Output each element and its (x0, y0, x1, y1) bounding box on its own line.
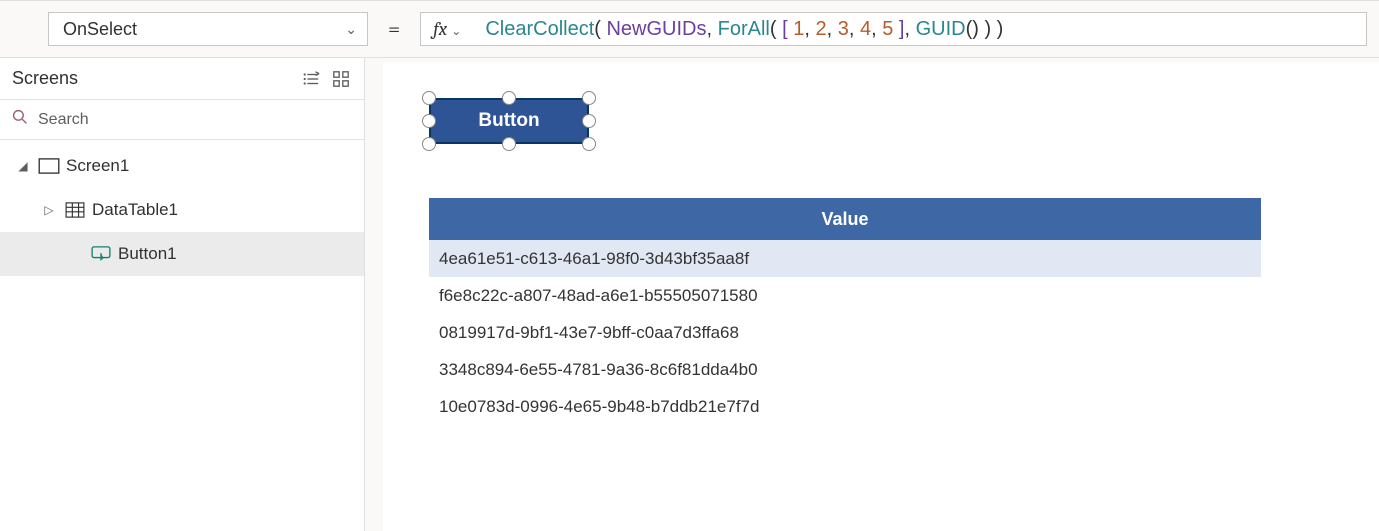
datatable-header-label: Value (821, 209, 868, 230)
equals-sign: = (368, 16, 420, 42)
formula-input[interactable]: fx ⌄ ClearCollect( NewGUIDs, ForAll( [ 1… (420, 12, 1367, 46)
datatable-control[interactable]: Value 4ea61e51-c613-46a1-98f0-3d43bf35aa… (429, 198, 1261, 425)
table-cell-value: 4ea61e51-c613-46a1-98f0-3d43bf35aa8f (439, 249, 749, 269)
property-selector-value: OnSelect (63, 19, 137, 40)
tree-item-label: Screen1 (62, 156, 129, 176)
tree-item-label: Button1 (114, 244, 177, 264)
main-split: Screens (0, 58, 1379, 531)
caret-down-icon: ◢ (16, 159, 30, 173)
datatable-header[interactable]: Value (429, 198, 1261, 240)
button-icon (88, 246, 114, 262)
caret-right-icon: ▷ (42, 203, 56, 217)
tree-search-placeholder: Search (38, 111, 89, 129)
canvas[interactable]: Button Value 4ea61e51-c613-46a1-98f0-3d4… (365, 58, 1379, 531)
chevron-down-icon: ⌄ (345, 21, 357, 38)
table-cell-value: f6e8c22c-a807-48ad-a6e1-b55505071580 (439, 286, 758, 306)
screen-icon (36, 158, 62, 174)
formula-text: ClearCollect( NewGUIDs, ForAll( [ 1, 2, … (467, 18, 1003, 41)
table-row[interactable]: f6e8c22c-a807-48ad-a6e1-b55505071580 (429, 277, 1261, 314)
resize-handle-ml[interactable] (422, 114, 436, 128)
tree: ◢ Screen1 ▷ DataTable1 (0, 140, 364, 276)
tree-item-button1[interactable]: Button1 (0, 232, 364, 276)
collapse-list-icon[interactable] (302, 70, 320, 88)
tree-item-datatable1[interactable]: ▷ DataTable1 (0, 188, 364, 232)
tree-search[interactable]: Search (0, 100, 364, 140)
tree-item-screen1[interactable]: ◢ Screen1 (0, 144, 364, 188)
tree-item-label: DataTable1 (88, 200, 178, 220)
tree-panel: Screens (0, 58, 365, 531)
table-row[interactable]: 4ea61e51-c613-46a1-98f0-3d43bf35aa8f (429, 240, 1261, 277)
datatable-icon (62, 202, 88, 218)
resize-handle-br[interactable] (582, 137, 596, 151)
table-row[interactable]: 10e0783d-0996-4e65-9b48-b7ddb21e7f7d (429, 388, 1261, 425)
tree-panel-header: Screens (0, 58, 364, 100)
tree-panel-title: Screens (12, 68, 78, 89)
table-row[interactable]: 3348c894-6e55-4781-9a36-8c6f81dda4b0 (429, 351, 1261, 388)
resize-handle-bl[interactable] (422, 137, 436, 151)
resize-handle-mr[interactable] (582, 114, 596, 128)
tree-panel-icons (302, 70, 350, 88)
formula-bar: OnSelect ⌄ = fx ⌄ ClearCollect( NewGUIDs… (0, 0, 1379, 58)
resize-handle-tr[interactable] (582, 91, 596, 105)
fx-icon: fx ⌄ (433, 18, 461, 40)
resize-handle-bm[interactable] (502, 137, 516, 151)
button-text: Button (478, 110, 539, 132)
table-row[interactable]: 0819917d-9bf1-43e7-9bff-c0aa7d3ffa68 (429, 314, 1261, 351)
selected-control-button[interactable]: Button (429, 98, 589, 144)
table-cell-value: 10e0783d-0996-4e65-9b48-b7ddb21e7f7d (439, 397, 759, 417)
property-selector[interactable]: OnSelect ⌄ (48, 12, 368, 46)
table-cell-value: 3348c894-6e55-4781-9a36-8c6f81dda4b0 (439, 360, 758, 380)
resize-handle-tm[interactable] (502, 91, 516, 105)
search-icon (12, 109, 28, 130)
table-cell-value: 0819917d-9bf1-43e7-9bff-c0aa7d3ffa68 (439, 323, 739, 343)
resize-handle-tl[interactable] (422, 91, 436, 105)
thumbnail-view-icon[interactable] (332, 70, 350, 88)
